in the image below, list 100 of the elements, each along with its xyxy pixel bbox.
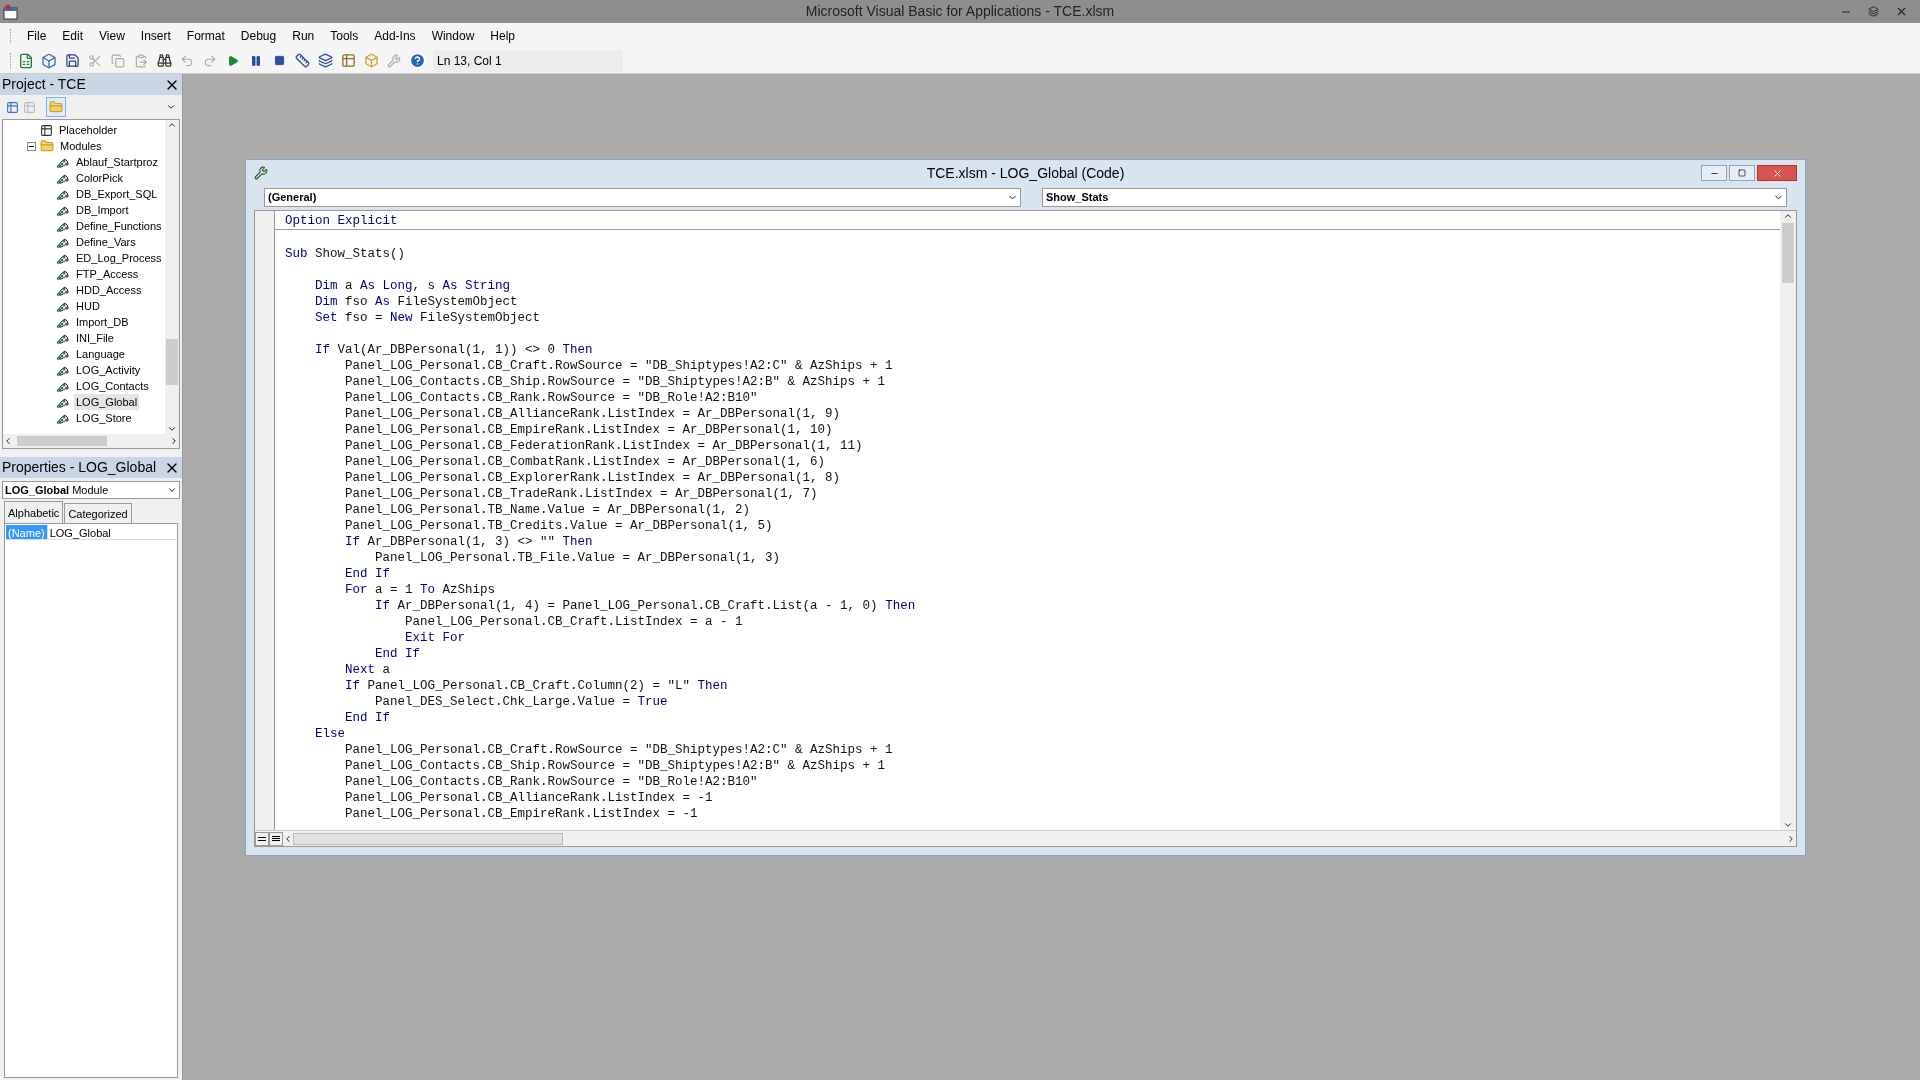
tree-item[interactable]: Define_Functions [74, 217, 164, 235]
tree-item[interactable]: Language [74, 345, 127, 363]
scroll-down-icon[interactable] [167, 424, 177, 434]
code-line: Panel_LOG_Personal.CB_EmpireRank.ListIndex = -1 [344, 806, 699, 822]
scrollbar-thumb[interactable] [17, 436, 107, 446]
menu-item[interactable]: Run [284, 26, 323, 45]
object-dropdown[interactable]: (General) [264, 187, 1021, 207]
code-line: Panel_LOG_Personal.CB_CombatRank.ListIndex = Ar_DBPersonal(1, 6) [344, 454, 827, 470]
menu-item[interactable]: Add-Ins [366, 26, 424, 45]
menu-item[interactable]: Debug [232, 26, 285, 45]
tree-item[interactable]: INI_File [74, 329, 116, 347]
code-line: Panel_LOG_Personal.CB_Craft.ListIndex = a - 1 [404, 614, 744, 630]
tree-item[interactable]: FTP_Access [74, 265, 141, 283]
code-line: Panel_LOG_Contacts.CB_Ship.RowSource = "DB_Shiptypes!A2:B" & AzShips + 1 [344, 374, 887, 390]
menu-item[interactable]: Format [178, 26, 233, 45]
code-line: Dim a As Long, s As String [314, 278, 512, 294]
save-icon[interactable] [64, 53, 80, 68]
folder-icon [40, 139, 54, 153]
cursor-position: Ln 13, Col 1 [433, 49, 623, 72]
code-line: Next a [344, 662, 392, 678]
code-window-title: TCE.xlsm - LOG_Global (Code) [926, 163, 1125, 183]
scroll-down-icon[interactable] [1783, 820, 1793, 830]
scroll-right-icon[interactable] [1786, 833, 1796, 844]
code-line: If Val(Ar_DBPersonal(1, 1)) <> 0 Then [314, 342, 594, 358]
code-line: Dim fso As FileSystemObject [314, 294, 519, 310]
code-line: Panel_LOG_Contacts.CB_Ship.RowSource = "DB_Shiptypes!A2:B" & AzShips + 1 [344, 758, 887, 774]
excel-icon[interactable] [18, 52, 34, 69]
tree-item[interactable]: Import_DB [74, 313, 131, 331]
caret-icon [167, 485, 177, 495]
tree-item[interactable]: Placeholder [57, 121, 120, 139]
menu-item[interactable]: Help [482, 26, 523, 45]
scroll-right-icon[interactable] [169, 436, 179, 446]
tree-item[interactable]: HDD_Access [74, 281, 144, 299]
menu-item[interactable]: Tools [322, 26, 367, 45]
stop-icon[interactable] [273, 55, 285, 66]
tree-item[interactable]: ED_Log_Process [74, 249, 164, 267]
view-code-icon[interactable] [6, 100, 19, 114]
tree-item[interactable]: ColorPick [74, 169, 126, 187]
tree-item[interactable]: HUD [74, 297, 102, 315]
code-line: Panel_LOG_Personal.CB_AllianceRank.ListIndex = Ar_DBPersonal(1, 9) [344, 406, 842, 422]
code-line: Panel_LOG_Personal.CB_ExplorerRank.ListIndex = Ar_DBPersonal(1, 8) [344, 470, 842, 486]
properties-tab[interactable]: Categorized [64, 503, 132, 523]
form-icon [40, 123, 53, 137]
menu-item[interactable]: Edit [54, 26, 92, 45]
code-line: End If [344, 566, 392, 582]
help-icon[interactable] [408, 52, 426, 69]
find-icon[interactable] [156, 53, 172, 68]
property-value[interactable]: LOG_Global [46, 525, 113, 539]
procedure-view-button[interactable] [255, 831, 269, 846]
tree-item[interactable]: LOG_Global [74, 393, 140, 411]
code-line: If Panel_LOG_Personal.CB_Craft.Column(2) = "L" Then [344, 678, 729, 694]
code-line: Panel_LOG_Personal.CB_TradeRank.ListIndex = Ar_DBPersonal(1, 7) [344, 486, 819, 502]
tree-item[interactable]: LOG_Contacts [74, 377, 151, 395]
code-line: Sub Show_Stats() [285, 246, 407, 262]
maximize-icon[interactable] [1738, 169, 1746, 177]
code-line: Exit For [404, 630, 467, 646]
overflow-caret-icon[interactable] [166, 102, 176, 112]
code-line: Panel_LOG_Personal.CB_Craft.RowSource = "DB_Shiptypes!A2:C" & AzShips + 1 [344, 358, 894, 374]
tree-item[interactable]: Ablauf_Startproz [74, 153, 160, 171]
vertical-scrollbar[interactable] [1780, 211, 1796, 830]
code-line: Panel_LOG_Personal.CB_AllianceRank.ListIndex = -1 [344, 790, 714, 806]
object-dropdown[interactable]: LOG_Global Module [2, 481, 180, 499]
scrollbar-thumb[interactable] [166, 339, 178, 385]
tree-item[interactable]: Modules [58, 137, 104, 155]
menu-item[interactable]: File [19, 26, 55, 45]
menu-item[interactable]: Window [423, 26, 483, 45]
horizontal-scrollbar[interactable] [283, 831, 1796, 846]
properties-tab[interactable]: Alphabetic [4, 501, 64, 523]
tree-item[interactable]: LOG_Activity [74, 361, 143, 379]
scroll-up-icon[interactable] [167, 120, 177, 130]
code-line: For a = 1 To AzShips [344, 582, 497, 598]
collapse-toggle[interactable] [27, 141, 36, 151]
menu-item[interactable]: Insert [132, 26, 179, 45]
run-icon[interactable] [227, 54, 239, 67]
horizontal-scrollbar[interactable] [3, 434, 179, 448]
scroll-left-icon[interactable] [283, 833, 293, 844]
vertical-scrollbar[interactable] [165, 120, 179, 434]
code-line: Panel_LOG_Personal.CB_FederationRank.ListIndex = Ar_DBPersonal(1, 11) [344, 438, 864, 454]
scrollbar-thumb[interactable] [1782, 223, 1794, 283]
menu-item[interactable]: View [91, 26, 133, 45]
panel-title: Properties - LOG_Global [2, 458, 157, 477]
code-line: Panel_LOG_Contacts.CB_Rank.RowSource = "DB_Role!A2:B10" [344, 774, 759, 790]
code-line: Else [314, 726, 346, 742]
scroll-left-icon[interactable] [3, 436, 13, 446]
code-line: Panel_LOG_Personal.CB_Craft.RowSource = "DB_Shiptypes!A2:C" & AzShips + 1 [344, 742, 894, 758]
pause-icon[interactable] [250, 54, 262, 67]
tree-item[interactable]: DB_Import [74, 201, 131, 219]
tree-item[interactable]: LOG_Store [74, 409, 134, 427]
scrollbar-thumb[interactable] [293, 832, 563, 845]
code-line: Set fso = New FileSystemObject [314, 310, 542, 326]
app-icon [3, 3, 19, 20]
procedure-dropdown[interactable]: Show_Stats [1042, 187, 1787, 207]
maximize-button[interactable] [1729, 165, 1755, 181]
tree-item[interactable]: Define_Vars [74, 233, 138, 251]
full-module-view-button[interactable] [269, 831, 283, 846]
scroll-up-icon[interactable] [1783, 211, 1793, 221]
code-line: Panel_DES_Select.Chk_Large.Value = True [374, 694, 669, 710]
tree-item[interactable]: DB_Export_SQL [74, 185, 160, 203]
code-line: Panel_LOG_Personal.TB_Name.Value = Ar_DBPersonal(1, 2) [344, 502, 752, 518]
code-line: End If [374, 646, 422, 662]
